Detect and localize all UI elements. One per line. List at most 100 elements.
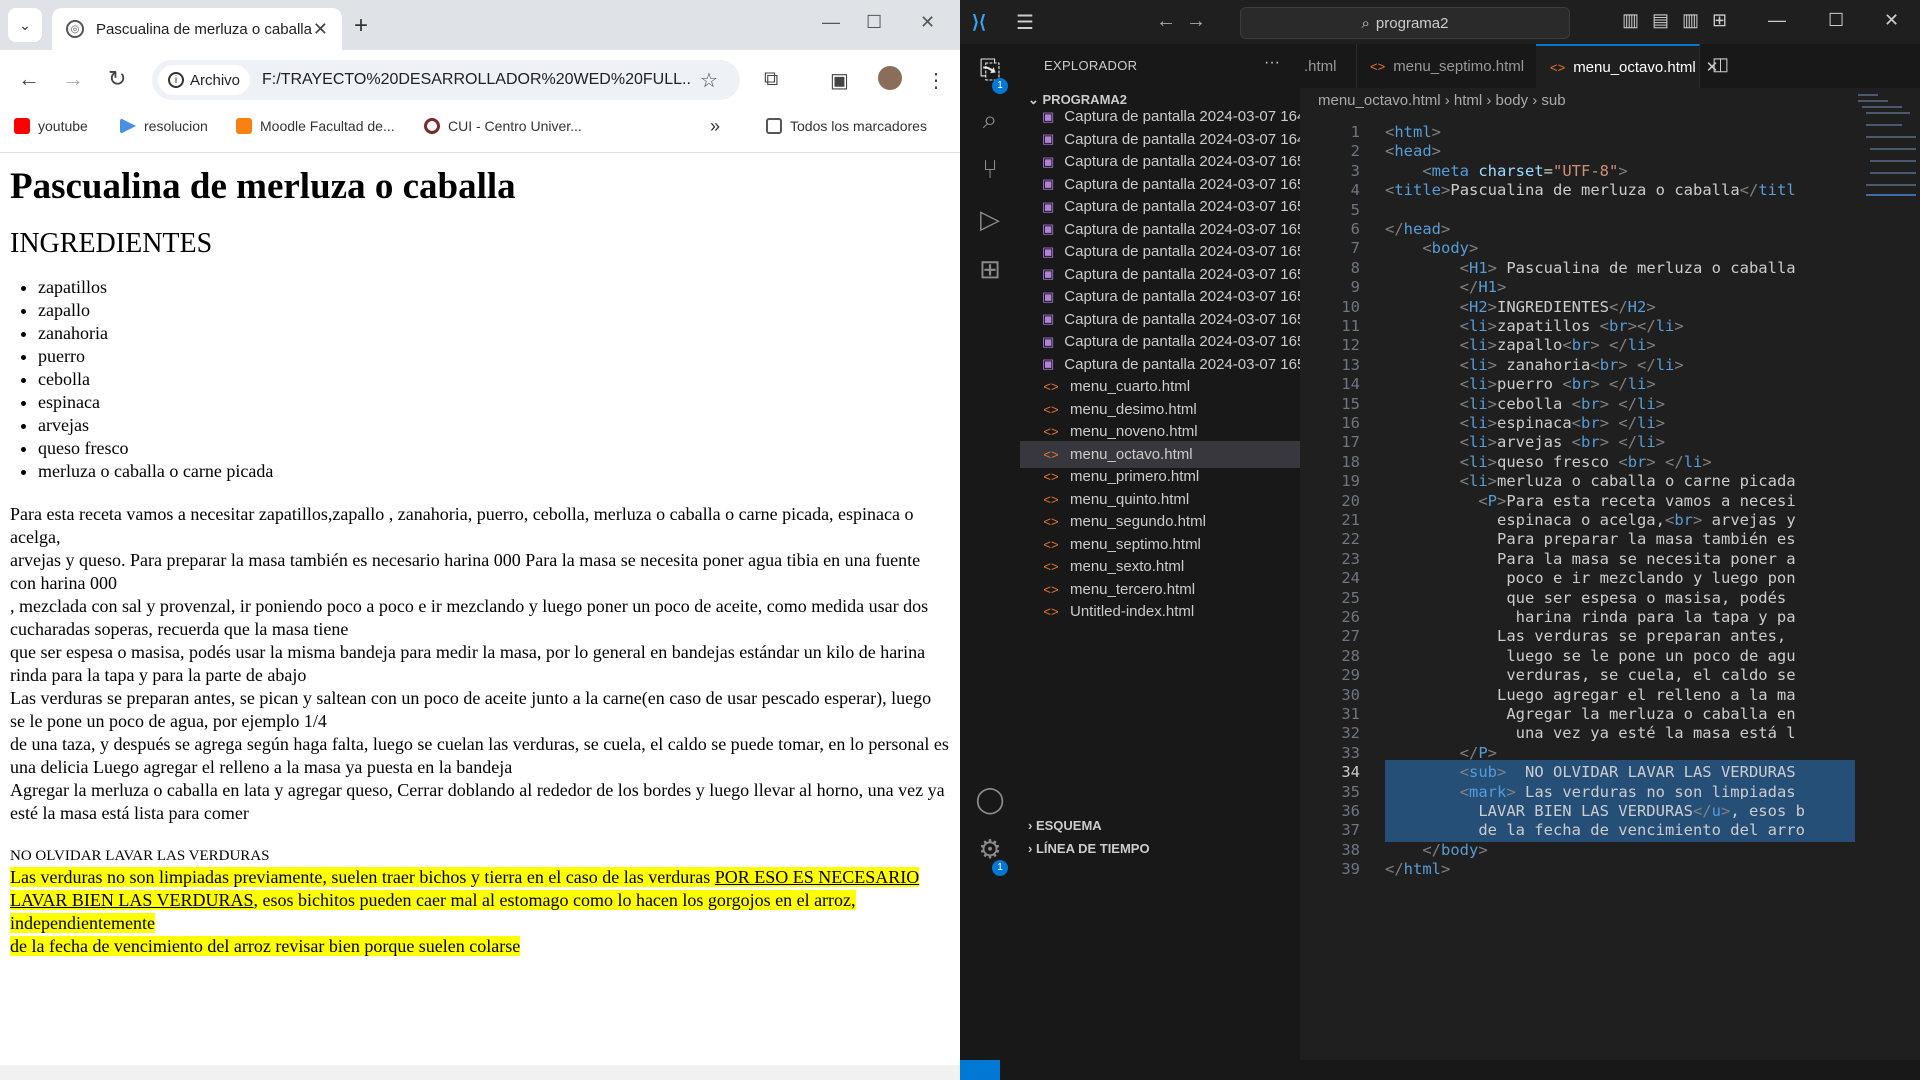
file-label: menu_quinto.html: [1070, 490, 1190, 508]
side-panel-icon[interactable]: ▣: [830, 68, 849, 93]
vscode-titlebar: ⟩⟨ ☰ ← → ⌕ programa2 ▥ ▤ ▥ ⊞ — ☐ ✕: [960, 0, 1920, 44]
play-icon: [120, 118, 136, 134]
profile-avatar[interactable]: [878, 66, 902, 90]
highlighted-text: LAVAR BIEN LAS VERDURAS, esos bichitos p…: [10, 890, 856, 933]
tab-partial[interactable]: .html: [1300, 44, 1357, 88]
bookmark-star-icon[interactable]: ☆: [700, 68, 718, 93]
maximize-icon[interactable]: ☐: [1828, 10, 1844, 31]
status-bar: [960, 1060, 1920, 1080]
search-icon: ⌕: [1361, 14, 1370, 32]
web-page-content: Pascualina de merluza o caballa INGREDIE…: [0, 153, 960, 1065]
ingredient-item: queso fresco: [38, 437, 950, 460]
run-debug-icon[interactable]: ▷: [974, 204, 1006, 236]
bookmark-resolucion[interactable]: resolucion: [120, 118, 208, 134]
file-label: Captura de pantalla 2024-03-07 165...: [1064, 288, 1300, 305]
maximize-icon[interactable]: ☐: [866, 12, 882, 33]
file-label: menu_cuarto.html: [1070, 378, 1191, 395]
minimize-icon[interactable]: —: [1768, 10, 1786, 31]
minimap[interactable]: [1856, 94, 1920, 214]
split-editor-icon[interactable]: ◫: [1712, 54, 1729, 75]
vscode-logo-icon: ⟩⟨: [972, 12, 987, 32]
tab-search-button[interactable]: ⌄: [8, 8, 42, 42]
timeline-section[interactable]: › LÍNEA DE TIEMPO: [1028, 841, 1150, 856]
bookmarks-overflow-icon[interactable]: »: [710, 116, 720, 137]
ingredient-item: arvejas: [38, 414, 950, 437]
back-icon[interactable]: ←: [18, 66, 40, 92]
paragraph-line: arvejas y queso. Para preparar la masa t…: [10, 550, 921, 593]
paragraph-line: que ser espesa o masisa, podés usar la m…: [10, 642, 926, 685]
minimize-icon[interactable]: —: [822, 12, 840, 33]
forward-icon[interactable]: →: [62, 66, 84, 92]
address-bar[interactable]: i Archivo F:/TRAYECTO%20DESARROLLADOR%20…: [152, 60, 740, 100]
customize-layout-icon[interactable]: ⊞: [1712, 10, 1727, 31]
file-label: Captura de pantalla 2024-03-07 165...: [1064, 220, 1300, 238]
image-file-icon: ▣: [1042, 333, 1055, 349]
chevron-down-icon: ⌄: [19, 16, 31, 33]
bookmarks-bar: youtube resolucion Moodle Facultad de...…: [0, 110, 960, 153]
tab-menu-octavo[interactable]: <> menu_octavo.html ✕: [1536, 44, 1718, 88]
explorer-title: EXPLORADOR: [1044, 58, 1138, 73]
ingredient-item: cebolla: [38, 368, 950, 391]
image-file-icon: ▣: [1042, 288, 1055, 304]
html-file-icon: <>: [1550, 59, 1566, 75]
image-file-icon: ▣: [1042, 243, 1055, 259]
file-item[interactable]: <> Untitled-index.html: [1020, 598, 1300, 625]
site-info-chip[interactable]: i Archivo: [158, 65, 251, 95]
explorer-badge: 1: [992, 78, 1008, 94]
outline-section[interactable]: › ESQUEMA: [1028, 818, 1102, 833]
all-bookmarks-button[interactable]: Todos los marcadores: [766, 118, 927, 134]
mark-text-1: Las verduras no son limpiadas previament…: [10, 867, 715, 887]
editor-area: .html <> menu_septimo.html <> menu_octavo.…: [1300, 44, 1920, 1060]
outline-label: ESQUEMA: [1035, 818, 1102, 833]
toggle-secondary-sidebar-icon[interactable]: ▥: [1682, 10, 1699, 31]
taskbar-strip: [0, 1065, 960, 1080]
close-window-icon[interactable]: ✕: [1884, 10, 1899, 31]
source-control-icon[interactable]: ⑂: [974, 154, 1006, 186]
toggle-panel-icon[interactable]: ▤: [1652, 10, 1669, 31]
toggle-sidebar-icon[interactable]: ▥: [1622, 10, 1639, 31]
account-icon[interactable]: ◯: [974, 784, 1006, 816]
search-icon[interactable]: ⌕: [974, 104, 1006, 136]
chevron-right-icon: ›: [1028, 841, 1036, 856]
command-center-search[interactable]: ⌕ programa2: [1240, 7, 1570, 39]
warning-block: NO OLVIDAR LAVAR LAS VERDURAS Las verdur…: [10, 847, 950, 958]
menu-icon[interactable]: ☰: [1016, 10, 1034, 35]
more-menu-icon[interactable]: ⋮: [926, 68, 946, 93]
file-label: Captura de pantalla 2024-03-07 165...: [1064, 153, 1300, 170]
remote-indicator[interactable]: [960, 1060, 1000, 1080]
timeline-label: LÍNEA DE TIEMPO: [1035, 841, 1150, 856]
image-file-icon: ▣: [1042, 153, 1055, 169]
reload-icon[interactable]: ↻: [108, 66, 126, 92]
ingredient-item: zanahoria: [38, 322, 950, 345]
more-actions-icon[interactable]: ···: [1264, 54, 1280, 72]
globe-icon: ◎: [66, 20, 84, 38]
highlighted-text: de la fecha de vencimiento del arroz rev…: [10, 936, 521, 956]
folder-icon: [766, 118, 782, 134]
close-tab-icon[interactable]: ✕: [313, 19, 328, 40]
nav-back-icon[interactable]: ←: [1156, 10, 1176, 33]
browser-toolbar: ← → ↻ i Archivo F:/TRAYECTO%20DESARROLLA…: [0, 50, 960, 110]
info-icon: i: [168, 72, 184, 88]
bookmark-cui[interactable]: CUI - Centro Univer...: [424, 118, 582, 134]
editor-tabs: .html <> menu_septimo.html <> menu_octavo.…: [1300, 44, 1920, 88]
file-label: Captura de pantalla 2024-03-07 165...: [1064, 175, 1300, 193]
code-editor[interactable]: 1 <html> 2 <head> 3 <meta charset="UTF-8"> 4 <…: [1300, 120, 1860, 1060]
extensions-icon[interactable]: ⊞: [974, 254, 1006, 286]
url-text[interactable]: F:/TRAYECTO%20DESARROLLADOR%20WED%20FULL…: [262, 71, 692, 89]
code-line[interactable]: </html>: [1385, 857, 1855, 881]
file-label: menu_sexto.html: [1070, 558, 1185, 575]
browser-tab[interactable]: ◎ Pascualina de merluza o caballa ✕: [52, 8, 342, 50]
youtube-icon: [14, 118, 30, 134]
paragraph-line: , mezclada con sal y provenzal, ir ponie…: [10, 596, 929, 639]
extensions-icon[interactable]: ⧉: [764, 68, 778, 91]
bookmark-moodle[interactable]: Moodle Facultad de...: [236, 118, 395, 134]
new-tab-button[interactable]: +: [354, 12, 368, 40]
close-window-icon[interactable]: ✕: [920, 12, 935, 33]
tab-menu-septimo[interactable]: <> menu_septimo.html: [1356, 44, 1537, 88]
nav-forward-icon[interactable]: →: [1186, 10, 1206, 33]
bookmark-label: youtube: [38, 118, 88, 134]
bookmark-youtube[interactable]: youtube: [14, 118, 88, 134]
breadcrumb[interactable]: menu_octavo.html › html › body › sub: [1318, 92, 1566, 109]
line-number: 39: [1341, 860, 1360, 879]
tab-label: menu_octavo.html: [1573, 58, 1696, 76]
